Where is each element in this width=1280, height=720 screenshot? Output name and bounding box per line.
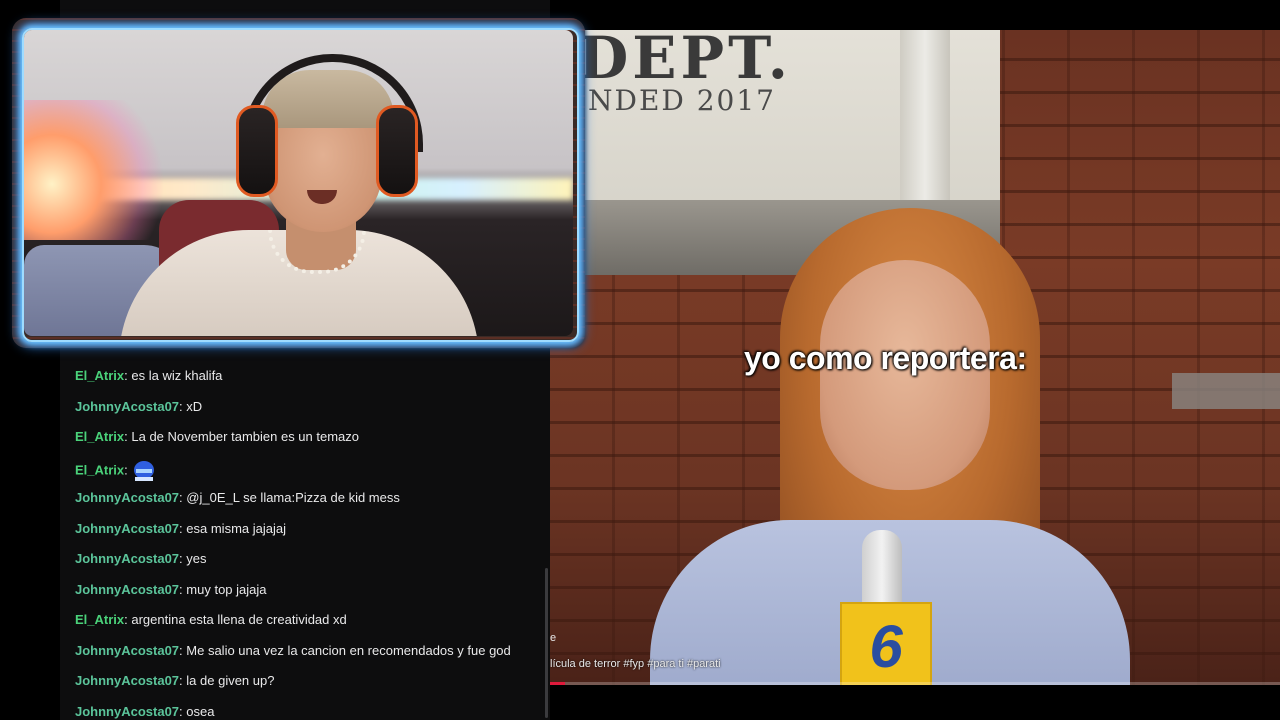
chat-message-text: la de given up?	[186, 673, 275, 688]
chat-message: JohnnyAcosta07: osea	[75, 704, 214, 720]
chat-username[interactable]: El_Atrix	[75, 462, 124, 477]
chat-message: JohnnyAcosta07: esa misma jajajaj	[75, 521, 286, 537]
chat-message-text: Me salio una vez la cancion en recomenda…	[186, 642, 511, 658]
chat-separator: :	[124, 461, 132, 477]
microphone-flag: 6	[840, 602, 932, 685]
video-player[interactable]: DEPT. NDED 2017 6 yo como reportera: e l…	[550, 30, 1280, 685]
chat-message-text: yes	[186, 551, 207, 566]
chat-message: JohnnyAcosta07: @j_0E_L se llama:Pizza d…	[75, 490, 400, 506]
video-description: lícula de terror #fyp #para ti #parati	[550, 658, 721, 670]
room-lamp-glow	[24, 100, 164, 240]
chat-message-text: muy top jajaja	[186, 581, 267, 597]
chat-message-text: esa misma jajajaj	[186, 520, 286, 536]
video-progress-bar[interactable]	[550, 682, 1280, 685]
chat-message-text: La de November tambien es un temazo	[131, 429, 360, 444]
chat-message: El_Atrix: argentina esta llena de creati…	[75, 612, 347, 628]
chat-username[interactable]: JohnnyAcosta07	[75, 582, 179, 597]
sign-pillar	[900, 30, 950, 200]
chat-username[interactable]: El_Atrix	[75, 612, 124, 627]
chat-username[interactable]: JohnnyAcosta07	[75, 643, 179, 658]
headset-left-earcup	[236, 105, 278, 197]
chat-message-text: argentina esta llena de creatividad xd	[131, 612, 347, 627]
chat-username[interactable]: JohnnyAcosta07	[75, 399, 179, 414]
chat-message: El_Atrix:	[75, 460, 157, 482]
chat-message: JohnnyAcosta07: yes	[75, 551, 207, 567]
headset-right-earcup	[376, 105, 418, 197]
chat-message-text: osea	[186, 703, 215, 719]
chat-message-text: es la wiz khalifa	[131, 368, 223, 383]
chat-message-text: xD	[186, 398, 203, 414]
chat-message: JohnnyAcosta07: xD	[75, 399, 202, 415]
video-description-fragment: e	[550, 632, 557, 644]
sign-text-founded: NDED 2017	[588, 84, 776, 117]
chat-username[interactable]: El_Atrix	[75, 368, 124, 383]
chat-username[interactable]: JohnnyAcosta07	[75, 490, 179, 505]
webcam-feed	[24, 30, 573, 336]
chat-message: JohnnyAcosta07: la de given up?	[75, 673, 274, 689]
chat-message: JohnnyAcosta07: Me salio una vez la canc…	[75, 643, 511, 659]
chat-message: El_Atrix: La de November tambien es un t…	[75, 429, 359, 445]
wall-block	[1172, 373, 1280, 409]
stream-layout: DEPT. NDED 2017 6 yo como reportera: e l…	[0, 0, 1280, 720]
video-progress-fill	[550, 682, 565, 685]
mic-flag-number: 6	[869, 613, 903, 680]
chat-message: JohnnyAcosta07: muy top jajaja	[75, 582, 267, 598]
chat-message-text: @j_0E_L se llama:Pizza de kid mess	[186, 490, 400, 505]
chat-username[interactable]: JohnnyAcosta07	[75, 704, 179, 719]
blue-ghost-emote	[134, 460, 155, 481]
chat-username[interactable]: El_Atrix	[75, 429, 124, 444]
microphone	[862, 530, 902, 610]
chat-username[interactable]: JohnnyAcosta07	[75, 551, 179, 566]
chat-scrollbar[interactable]	[545, 568, 548, 718]
chat-username[interactable]: JohnnyAcosta07	[75, 521, 179, 536]
chat-message: El_Atrix: es la wiz khalifa	[75, 368, 222, 384]
chat-username[interactable]: JohnnyAcosta07	[75, 673, 179, 688]
video-caption: yo como reportera:	[744, 340, 1027, 376]
sign-text-dept: DEPT.	[578, 30, 792, 92]
